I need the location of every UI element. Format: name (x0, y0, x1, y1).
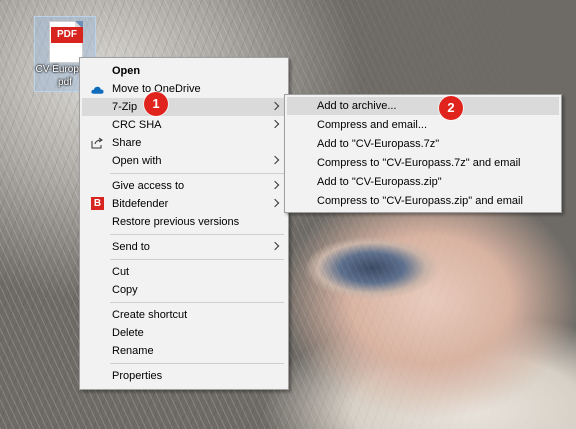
menu-separator (110, 363, 284, 364)
menu-item-copy[interactable]: Copy (82, 281, 286, 299)
menu-item-label: Copy (112, 284, 138, 296)
menu-item-label: Open (112, 65, 141, 77)
menu-item-create-shortcut[interactable]: Create shortcut (82, 306, 286, 324)
menu-item-label: 7-Zip (112, 101, 138, 113)
menu-item-open[interactable]: Open (82, 62, 286, 80)
7zip-submenu: Add to archive... Compress and email... … (284, 94, 562, 213)
menu-item-cut[interactable]: Cut (82, 263, 286, 281)
menu-item-bitdefender[interactable]: B Bitdefender (82, 195, 286, 213)
menu-item-label: Properties (112, 370, 163, 382)
menu-item-label: Delete (112, 327, 144, 339)
menu-item-label: Bitdefender (112, 198, 169, 210)
onedrive-cloud-icon (91, 86, 104, 94)
submenu-item-label: Compress to "CV-Europass.7z" and email (317, 157, 521, 169)
submenu-item-label: Add to "CV-Europass.zip" (317, 176, 442, 188)
menu-item-rename[interactable]: Rename (82, 342, 286, 360)
submenu-item-compress-zip-email[interactable]: Compress to "CV-Europass.zip" and email (287, 192, 559, 210)
chevron-right-icon (270, 101, 280, 111)
menu-item-properties[interactable]: Properties (82, 367, 286, 385)
menu-item-label: Rename (112, 345, 154, 357)
submenu-item-add-to-archive[interactable]: Add to archive... (287, 97, 559, 115)
menu-separator (110, 302, 284, 303)
submenu-item-label: Add to "CV-Europass.7z" (317, 138, 440, 150)
submenu-item-label: Compress and email... (317, 119, 428, 131)
chevron-right-icon (270, 241, 280, 251)
submenu-item-compress-7z-email[interactable]: Compress to "CV-Europass.7z" and email (287, 154, 559, 172)
menu-item-label: Open with (112, 155, 162, 167)
menu-separator (110, 259, 284, 260)
context-menu: Open Move to OneDrive 7-Zip CRC SHA Shar… (79, 57, 289, 390)
menu-item-share[interactable]: Share (82, 134, 286, 152)
menu-item-label: Give access to (112, 180, 185, 192)
menu-item-give-access-to[interactable]: Give access to (82, 177, 286, 195)
chevron-right-icon (270, 119, 280, 129)
menu-item-label: Share (112, 137, 142, 149)
menu-separator (110, 173, 284, 174)
menu-item-open-with[interactable]: Open with (82, 152, 286, 170)
menu-item-label: Send to (112, 241, 150, 253)
menu-item-send-to[interactable]: Send to (82, 238, 286, 256)
menu-item-label: Create shortcut (112, 309, 188, 321)
menu-item-crc-sha[interactable]: CRC SHA (82, 116, 286, 134)
submenu-item-add-to-zip[interactable]: Add to "CV-Europass.zip" (287, 173, 559, 191)
pdf-badge: PDF (51, 27, 83, 43)
step-2-callout: 2 (439, 96, 463, 120)
menu-item-7zip[interactable]: 7-Zip (82, 98, 286, 116)
menu-separator (110, 234, 284, 235)
submenu-item-compress-and-email[interactable]: Compress and email... (287, 116, 559, 134)
menu-item-move-to-onedrive[interactable]: Move to OneDrive (82, 80, 286, 98)
chevron-right-icon (270, 155, 280, 165)
submenu-item-label: Compress to "CV-Europass.zip" and email (317, 195, 523, 207)
menu-item-label: Cut (112, 266, 130, 278)
submenu-item-add-to-7z[interactable]: Add to "CV-Europass.7z" (287, 135, 559, 153)
chevron-right-icon (270, 180, 280, 190)
share-icon (91, 137, 103, 149)
menu-item-label: CRC SHA (112, 119, 162, 131)
menu-item-label: Restore previous versions (112, 216, 240, 228)
submenu-item-label: Add to archive... (317, 100, 397, 112)
step-1-callout: 1 (144, 92, 168, 116)
chevron-right-icon (270, 198, 280, 208)
bitdefender-icon: B (91, 197, 104, 210)
menu-item-restore-previous-versions[interactable]: Restore previous versions (82, 213, 286, 231)
menu-item-delete[interactable]: Delete (82, 324, 286, 342)
